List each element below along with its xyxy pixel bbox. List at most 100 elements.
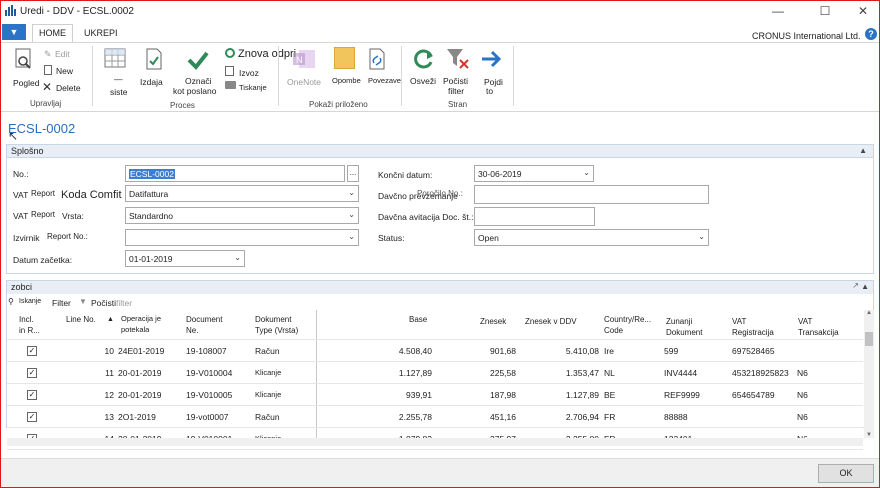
col-document-type[interactable]: Dokument Type (Vrsta) xyxy=(255,314,298,336)
cell-line[interactable]: 12 xyxy=(92,390,114,400)
chevron-down-icon[interactable]: ⌄ xyxy=(348,232,355,241)
delete-button[interactable]: Delete xyxy=(56,83,81,93)
cell-vatreg[interactable]: 654654789 xyxy=(732,390,794,400)
maximize-icon[interactable]: ☐ xyxy=(810,0,840,22)
filter-label[interactable]: filter xyxy=(116,298,132,308)
znova-odpri-button[interactable]: Znova odpri xyxy=(238,48,296,60)
status-field[interactable]: Open ⌄ xyxy=(474,229,709,246)
izdaja-button[interactable]: Izdaja xyxy=(140,77,163,87)
col-znesek-ddv[interactable]: Znesek v DDV xyxy=(525,316,577,327)
col-operation-date[interactable]: Operacija je potekala xyxy=(121,313,161,335)
cell-country[interactable]: Ire xyxy=(604,346,634,356)
close-icon[interactable]: ✕ xyxy=(848,0,878,22)
chevron-down-icon[interactable]: ⌄ xyxy=(698,232,705,241)
scrollbar[interactable]: ▲ ▼ xyxy=(864,310,874,438)
no-field[interactable]: ECSL-0002 xyxy=(125,165,345,182)
cell-date[interactable]: 2O1-2019 xyxy=(118,412,180,422)
cell-vattr[interactable]: N6 xyxy=(797,412,827,422)
end-date-field[interactable]: 30-06-2019 ⌄ xyxy=(474,165,594,182)
opombe-button[interactable]: Opombe xyxy=(332,76,361,85)
chevron-down-icon[interactable]: ⌄ xyxy=(234,253,241,262)
cell-type[interactable]: Klicanje xyxy=(255,390,313,399)
tax-takeover-field[interactable] xyxy=(474,185,709,204)
cell-znesek[interactable]: 225,58 xyxy=(470,368,516,378)
cell-base[interactable]: 939,91 xyxy=(378,390,432,400)
col-base[interactable]: Base xyxy=(409,314,427,325)
new-button[interactable]: New xyxy=(56,66,73,76)
pojdi-to-label[interactable]: to xyxy=(486,86,493,96)
col-document-no[interactable]: Document Ne. xyxy=(186,314,222,336)
cell-type[interactable]: Klicanje xyxy=(255,368,313,377)
cell-country[interactable]: BE xyxy=(604,390,634,400)
incl-checkbox[interactable]: ✓ xyxy=(27,390,37,400)
cell-ext[interactable]: 599 xyxy=(664,346,726,356)
col-vat-transaction[interactable]: VAT Transakcija xyxy=(798,316,839,338)
chevron-down-icon[interactable]: ⌄ xyxy=(348,210,355,219)
cell-znesek[interactable]: 901,68 xyxy=(470,346,516,356)
scroll-thumb[interactable] xyxy=(865,332,873,346)
assist-button[interactable]: ... xyxy=(347,165,359,182)
cell-base[interactable]: 2.255,78 xyxy=(378,412,432,422)
col-line-no[interactable]: Line No. xyxy=(66,314,96,325)
cell-vatreg[interactable]: 453218925823 xyxy=(732,368,794,378)
cell-vattr[interactable]: N6 xyxy=(797,390,827,400)
izvoz-button[interactable]: Izvoz xyxy=(239,68,259,78)
col-country[interactable]: Country/Re... Code xyxy=(604,314,651,336)
cell-line[interactable]: 11 xyxy=(92,368,114,378)
filter-label[interactable]: filter xyxy=(448,86,464,96)
incl-checkbox[interactable]: ✓ xyxy=(27,346,37,356)
col-external-doc[interactable]: Zunanji Dokument xyxy=(666,316,702,338)
cell-ddv[interactable]: 1.353,47 xyxy=(545,368,599,378)
expand-icon[interactable]: ↗ xyxy=(852,281,859,290)
general-panel-header[interactable]: Splošno ▲ xyxy=(7,145,873,158)
povezave-button[interactable]: Povezave xyxy=(368,76,401,85)
pogled-button[interactable]: Pogled xyxy=(13,78,39,88)
iskanje-button[interactable]: Iskanje xyxy=(19,298,41,305)
siste-button[interactable]: siste xyxy=(110,87,127,97)
col-vat-registration[interactable]: VAT Registracija xyxy=(732,316,774,338)
cell-type[interactable]: Račun xyxy=(255,412,313,422)
cell-znesek[interactable]: 451,16 xyxy=(470,412,516,422)
col-incl[interactable]: Incl. in R... xyxy=(19,314,40,336)
ok-button[interactable]: OK xyxy=(818,464,874,483)
horizontal-scrollbar[interactable] xyxy=(7,438,863,446)
chevron-down-icon[interactable]: ⌄ xyxy=(583,168,590,177)
start-date-field[interactable]: 01-01-2019 ⌄ xyxy=(125,250,245,267)
cell-line[interactable]: 10 xyxy=(92,346,114,356)
cell-country[interactable]: NL xyxy=(604,368,634,378)
pocisti-filter-button[interactable]: Počisti xyxy=(443,76,468,86)
cell-base[interactable]: 4.508,40 xyxy=(378,346,432,356)
pocisti-button[interactable]: Počisti xyxy=(91,298,116,308)
cell-ext[interactable]: REF9999 xyxy=(664,390,726,400)
cell-date[interactable]: 24E01-2019 xyxy=(118,346,180,356)
cell-ext[interactable]: 88888 xyxy=(664,412,726,422)
vat-report-code-field[interactable]: Datifattura ⌄ xyxy=(125,185,359,202)
cell-doc[interactable]: 19-V010004 xyxy=(186,368,252,378)
incl-checkbox[interactable]: ✓ xyxy=(27,368,37,378)
lines-panel-header[interactable]: zobci ↗ ▲ xyxy=(7,281,873,294)
collapse-icon[interactable]: ▲ xyxy=(859,146,867,155)
cell-ddv[interactable]: 1.127,89 xyxy=(545,390,599,400)
original-report-field[interactable]: ⌄ xyxy=(125,229,359,246)
oznaci-button[interactable]: Označi xyxy=(185,76,211,86)
osvezi-button[interactable]: Osveži xyxy=(410,76,436,86)
app-menu-button[interactable]: ▼ xyxy=(2,24,26,40)
cell-date[interactable]: 20-01-2019 xyxy=(118,390,180,400)
filter-button[interactable]: Filter xyxy=(52,298,71,308)
cell-line[interactable]: 13 xyxy=(92,412,114,422)
col-znesek[interactable]: Znesek xyxy=(480,316,506,327)
cell-znesek[interactable]: 187,98 xyxy=(470,390,516,400)
cell-ddv[interactable]: 2.706,94 xyxy=(545,412,599,422)
cell-type[interactable]: Račun xyxy=(255,346,313,356)
incl-checkbox[interactable]: ✓ xyxy=(27,412,37,422)
cell-date[interactable]: 20-01-2019 xyxy=(118,368,180,378)
cell-ext[interactable]: INV4444 xyxy=(664,368,726,378)
minimize-icon[interactable]: — xyxy=(763,0,793,22)
cell-vatreg[interactable]: 697528465 xyxy=(732,346,794,356)
cell-vattr[interactable]: N6 xyxy=(797,368,827,378)
chevron-down-icon[interactable]: ⌄ xyxy=(348,188,355,197)
cell-base[interactable]: 1.127,89 xyxy=(378,368,432,378)
cell-ddv[interactable]: 5.410,08 xyxy=(545,346,599,356)
help-icon[interactable]: ? xyxy=(865,28,877,40)
tiskanje-button[interactable]: Tiskanje xyxy=(239,83,267,92)
